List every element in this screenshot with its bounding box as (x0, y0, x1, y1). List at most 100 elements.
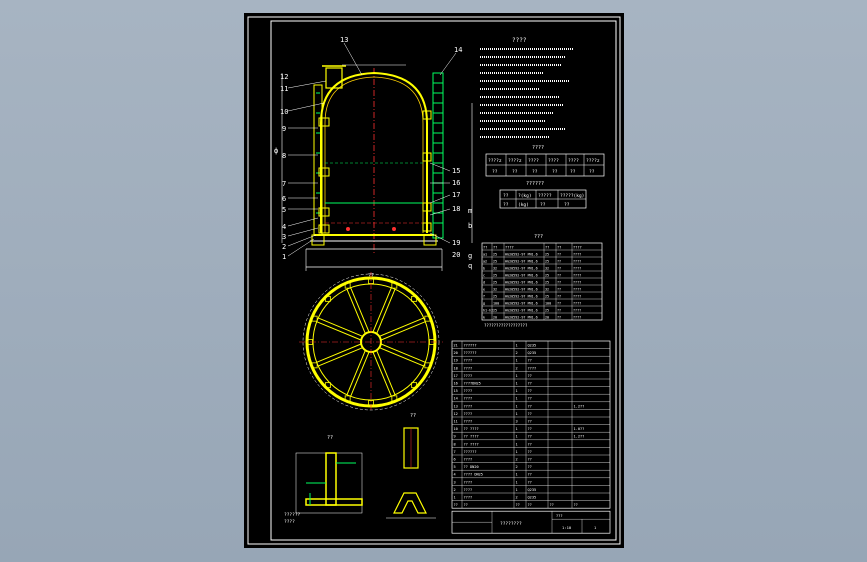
bom-cell: ???? (464, 496, 473, 500)
table2-cell: ?? (503, 202, 509, 208)
leader (287, 238, 315, 257)
nozzle-cell: c (483, 274, 485, 278)
bom-cell: 17 (454, 374, 458, 378)
cad-drawing: 1 2 3 4 5 6 7 8 9 10 11 12 13 14 15 16 1… (247, 16, 621, 545)
nozzle-cell: HG20592-97 PN1.6 (505, 302, 538, 306)
nozzle-cell: k (483, 316, 485, 320)
nozzle-cell: ???? (573, 288, 581, 292)
leader (439, 52, 457, 76)
cad-viewport[interactable]: 1 2 3 4 5 6 7 8 9 10 11 12 13 14 15 16 1… (0, 0, 867, 562)
bom-cell: ?? DN20 (464, 465, 479, 469)
nozzle-cell: 25 (545, 253, 549, 257)
vessel-shell-inner (324, 76, 424, 233)
nozzle-cell: ?? (557, 274, 561, 278)
callout-14: 14 (454, 46, 462, 54)
nozzle-cell: ???? (573, 281, 581, 285)
bom-cell: 9 (454, 435, 456, 439)
weight-table: ?????? ?? ?(kg) ????? ?????(kg) ?? (kg) … (499, 181, 587, 209)
table1-cell: ?? (532, 169, 538, 175)
bom-cell: ???? DN25 (464, 473, 483, 477)
nozzle-cell: 32 (545, 267, 549, 271)
nozzle-cell: HG20592-97 PN1.6 (505, 253, 538, 257)
spoke (372, 351, 392, 397)
bom-cell: 3 (516, 420, 518, 424)
nozzle-cell: 32 (545, 288, 549, 292)
bom-cell: ?? (528, 435, 532, 439)
table1-cell: ?? (512, 169, 518, 175)
nozzle-cell: HG20592-97 PN1.6 (505, 260, 538, 264)
bom-cell: ????DN25 (464, 382, 481, 386)
bom-cell: 1 (516, 480, 518, 484)
bom-cell: Q235 (528, 351, 537, 355)
callout-17: 17 (452, 191, 460, 199)
bom-cell: ???? (464, 397, 473, 401)
spoke (376, 288, 396, 334)
bom-cell: ???? (464, 404, 473, 408)
bom-cell: 2 (516, 351, 518, 355)
bom-cell: 6 (454, 458, 456, 462)
bom-cell: ???? (464, 389, 473, 393)
bom-cell: Q235 (528, 344, 537, 348)
nozzle-cell: ?? (557, 288, 561, 292)
detail-a-label: ?? (327, 435, 333, 441)
outer-frame (247, 16, 621, 545)
elev-tag-g: g (468, 252, 472, 260)
marker (346, 227, 350, 231)
bom-cell: ?? (528, 374, 532, 378)
table1-header: ????z (586, 158, 600, 164)
nozzle-cell: ?? (557, 267, 561, 271)
nozzle-table: ??? ???????????? ???? a1 25 HG20592-97 PN1.6… (481, 234, 603, 328)
nozzle-cell: ???? (573, 260, 581, 264)
nozzle-cell: f (483, 295, 485, 299)
callout-10: 10 (280, 108, 288, 116)
bom-cell: Q235 (528, 496, 537, 500)
bom-cell: ???? (464, 366, 473, 370)
bom-cell: 20 (454, 351, 458, 355)
nozzle-cell: 25 (493, 274, 497, 278)
nozzle-cell: ?? (557, 302, 561, 306)
nozzle-footnote: ?????????????????? (484, 323, 528, 328)
table1-cell: ?? (552, 169, 558, 175)
bom-cell: ???? (528, 366, 537, 370)
bom-cell: ?????? (464, 450, 477, 454)
table2-cell: ?? (564, 202, 570, 208)
detail-a: ?? ?????? ???? (284, 435, 363, 525)
bom-cell: 3 (454, 480, 456, 484)
bom-cell: ?? (528, 427, 532, 431)
table2-title: ?????? (526, 181, 544, 187)
spoke (380, 343, 426, 363)
design-params-table: ???? ????z ????z ???? ???? ???? ????z ??… (485, 145, 605, 177)
spoke (350, 287, 370, 333)
table1-header: ????z (488, 158, 502, 164)
bom-cell: 1 (516, 435, 518, 439)
title-block-sheet: 1 (594, 525, 597, 530)
bom-cell: ?? ???? (464, 435, 479, 439)
detail-b-label: ?? (410, 413, 416, 419)
callout-15: 15 (452, 167, 460, 175)
nozzle-cell: 32 (493, 267, 497, 271)
detail-b: ?? (386, 413, 436, 519)
table1-cell: ?? (492, 169, 498, 175)
spoke (316, 343, 362, 363)
nozzle-cell: 20 (493, 316, 497, 320)
nozzle-cell: HG20592-97 PN1.6 (505, 295, 538, 299)
table2-header: ?(kg) (518, 193, 532, 199)
callout-6: 6 (282, 195, 286, 203)
table1-cell: ?? (589, 169, 595, 175)
bom-cell: 1 (516, 389, 518, 393)
nozzle-header: ?? (545, 246, 549, 250)
nozzle-cell: 25 (545, 281, 549, 285)
detail-a-sub: ???? (284, 519, 295, 525)
bom-cell: 13 (454, 404, 458, 408)
bom-cell: 1 (516, 359, 518, 363)
bom-cell: ???? (464, 488, 473, 492)
callout-7: 7 (282, 180, 286, 188)
nozzle-cell: a2 (483, 260, 487, 264)
bom-cell: 10 (454, 427, 458, 431)
nozzle-cell: 100 (493, 302, 499, 306)
detail-caption: ?????? (284, 512, 301, 518)
bom-cell: ?? (528, 465, 532, 469)
nozzle-header: ???? (505, 246, 514, 250)
bom-cell: 1 (516, 427, 518, 431)
callout-9: 9 (282, 125, 286, 133)
